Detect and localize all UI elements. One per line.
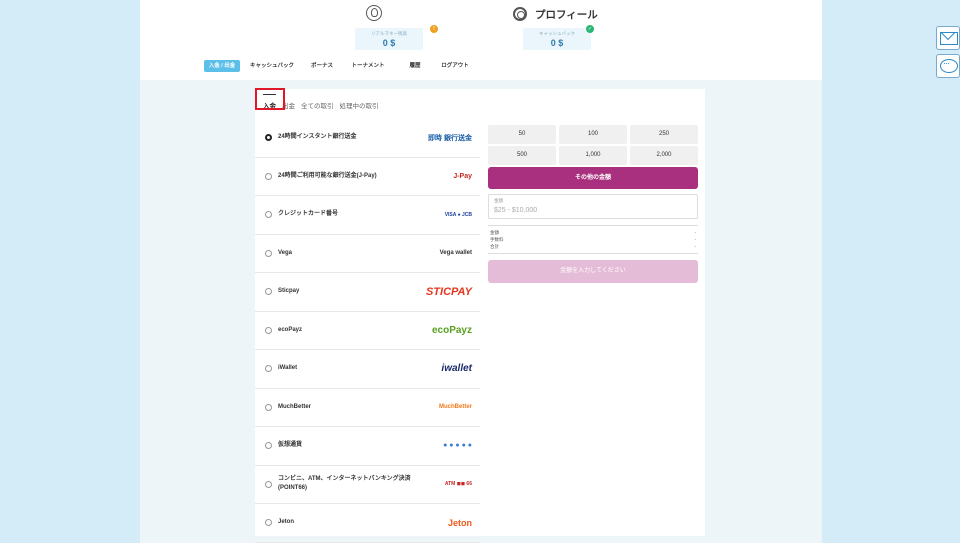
radio-button[interactable] bbox=[265, 365, 272, 373]
radio-button[interactable] bbox=[265, 326, 272, 334]
jpay-logo: J-Pay bbox=[453, 172, 472, 180]
warning-badge-icon: ! bbox=[430, 25, 438, 33]
ecopayz-logo: ecoPayz bbox=[431, 324, 472, 336]
cashback-balance: キャッシュバック 0 $ bbox=[523, 28, 591, 50]
radio-button[interactable] bbox=[265, 249, 272, 257]
balance-value: 0 $ bbox=[550, 38, 564, 48]
highlight-box bbox=[255, 88, 285, 110]
real-money-balance: リアルマネー残高 0 $ bbox=[355, 28, 423, 50]
sticpay-logo: STICPAY bbox=[425, 285, 472, 298]
balance-label: キャッシュバック bbox=[539, 31, 575, 36]
header: プロフィール リアルマネー残高 0 $ ! キャッシュバック 0 $ ✓ 入金 … bbox=[140, 0, 822, 80]
payment-method-ecopayz[interactable]: ecoPayz ecoPayz bbox=[255, 312, 480, 350]
nav-history[interactable]: 履歴 bbox=[396, 60, 434, 72]
amount-option[interactable]: 250 bbox=[630, 125, 698, 144]
method-label: クレジットカード番号 bbox=[278, 211, 339, 218]
radio-button[interactable] bbox=[265, 134, 272, 142]
bank-transfer-logo: 即時 銀行送金 bbox=[428, 134, 472, 142]
method-label: Vega bbox=[278, 249, 293, 256]
radio-button[interactable] bbox=[265, 442, 272, 450]
submit-button[interactable]: 金額を入力してください bbox=[488, 260, 698, 283]
credit-card-logos: VISA ● JCB bbox=[444, 211, 472, 218]
nav-logout[interactable]: ログアウト bbox=[434, 60, 476, 72]
method-label: 仮想通貨 bbox=[278, 442, 303, 449]
radio-button[interactable] bbox=[265, 172, 272, 180]
summary-label: 手数料 bbox=[490, 237, 504, 242]
mail-icon[interactable] bbox=[936, 26, 960, 50]
amount-placeholder: $25 - $10,000 bbox=[494, 207, 538, 214]
method-label: 24時間ご利用可能な銀行送金(J-Pay) bbox=[278, 172, 377, 179]
chat-icon[interactable] bbox=[936, 54, 960, 78]
balance-value: 0 $ bbox=[382, 38, 396, 48]
check-badge-icon: ✓ bbox=[586, 25, 594, 33]
payment-method-sticpay[interactable]: Sticpay STICPAY bbox=[255, 273, 480, 312]
amount-option[interactable]: 2,000 bbox=[630, 146, 698, 165]
summary-row: 金額 - bbox=[490, 229, 696, 236]
main-page: プロフィール リアルマネー残高 0 $ ! キャッシュバック 0 $ ✓ 入金 … bbox=[140, 0, 822, 543]
avatar-icon[interactable] bbox=[366, 5, 382, 21]
amount-option[interactable]: 500 bbox=[488, 146, 556, 165]
summary-row: 手数料 - bbox=[490, 236, 696, 243]
nav-tournament[interactable]: トーナメント bbox=[340, 60, 396, 72]
other-amount-button[interactable]: その他の金額 bbox=[488, 167, 698, 189]
radio-button[interactable] bbox=[265, 288, 272, 296]
radio-button[interactable] bbox=[265, 403, 272, 411]
payment-method-instant-bank[interactable]: 24時間インスタント銀行送金 即時 銀行送金 bbox=[255, 119, 480, 158]
summary-value: - bbox=[694, 237, 697, 242]
vega-wallet-logo: Vega wallet bbox=[439, 250, 472, 257]
profile-title: プロフィール bbox=[535, 9, 598, 21]
amount-input[interactable]: 金額 $25 - $10,000 bbox=[488, 194, 698, 219]
radio-button[interactable] bbox=[265, 519, 272, 527]
payment-method-jeton[interactable]: Jeton Jeton bbox=[255, 504, 480, 543]
method-label: MuchBetter bbox=[278, 403, 312, 410]
nav-bonus[interactable]: ボーナス bbox=[304, 60, 340, 72]
payment-card: 入金 出金 全ての取引 処理中の取引 24時間インスタント銀行送金 即時 銀行送… bbox=[255, 88, 705, 543]
tab-all-transactions[interactable]: 全ての取引 bbox=[301, 100, 334, 110]
fee-summary: 金額 - 手数料 - 合計 - bbox=[488, 225, 698, 254]
tab-pending-transactions[interactable]: 処理中の取引 bbox=[340, 100, 379, 110]
method-label: ecoPayz bbox=[278, 326, 303, 333]
amount-presets: 50 100 250 500 1,000 2,000 bbox=[488, 125, 698, 165]
payment-method-vega[interactable]: Vega Vega wallet bbox=[255, 235, 480, 273]
payment-method-crypto[interactable]: 仮想通貨 ● ● ● ● ● bbox=[255, 427, 480, 466]
method-label: Sticpay bbox=[278, 288, 300, 295]
summary-value: - bbox=[694, 230, 697, 235]
method-label: Jeton bbox=[278, 519, 295, 526]
iwallet-logo: iwallet bbox=[441, 363, 472, 375]
radio-button[interactable] bbox=[265, 211, 272, 219]
amount-option[interactable]: 100 bbox=[559, 125, 627, 144]
payment-method-list: 24時間インスタント銀行送金 即時 銀行送金 24時間ご利用可能な銀行送金(J-… bbox=[255, 119, 480, 543]
method-label: 24時間インスタント銀行送金 bbox=[278, 134, 357, 141]
summary-label: 合計 bbox=[490, 244, 499, 249]
radio-button[interactable] bbox=[265, 480, 272, 488]
amount-option[interactable]: 1,000 bbox=[559, 146, 627, 165]
payment-method-jpay[interactable]: 24時間ご利用可能な銀行送金(J-Pay) J-Pay bbox=[255, 158, 480, 196]
payment-method-credit-card[interactable]: クレジットカード番号 VISA ● JCB bbox=[255, 196, 480, 235]
summary-value: - bbox=[694, 244, 697, 249]
payment-method-iwallet[interactable]: iWallet iwallet bbox=[255, 350, 480, 389]
method-label: コンビニ、ATM、インターネットバンキング決済(POINT66) bbox=[278, 476, 411, 492]
nav-deposit-withdraw[interactable]: 入金 / 出金 bbox=[204, 60, 240, 72]
amount-field-label: 金額 bbox=[494, 198, 503, 203]
nav-cashback[interactable]: キャッシュバック bbox=[240, 60, 304, 72]
account-nav: 入金 / 出金 キャッシュバック ボーナス トーナメント 履歴 ログアウト bbox=[204, 60, 476, 72]
payment-method-muchbetter[interactable]: MuchBetter MuchBetter bbox=[255, 389, 480, 427]
gear-icon[interactable] bbox=[513, 7, 527, 21]
deposit-form: 50 100 250 500 1,000 2,000 その他の金額 金額 $25… bbox=[488, 125, 698, 283]
amount-option[interactable]: 50 bbox=[488, 125, 556, 144]
balance-label: リアルマネー残高 bbox=[371, 31, 407, 36]
crypto-coins-icon: ● ● ● ● ● bbox=[443, 442, 472, 450]
point66-logos: ATM ◼◼ 66 bbox=[444, 481, 472, 488]
payment-method-point66[interactable]: コンビニ、ATM、インターネットバンキング決済(POINT66) ATM ◼◼ … bbox=[255, 466, 480, 504]
jeton-logo: Jeton bbox=[447, 517, 472, 528]
method-label: iWallet bbox=[278, 365, 298, 372]
summary-label: 金額 bbox=[490, 230, 499, 235]
summary-row: 合計 - bbox=[490, 243, 696, 250]
muchbetter-logo: MuchBetter bbox=[438, 404, 472, 411]
